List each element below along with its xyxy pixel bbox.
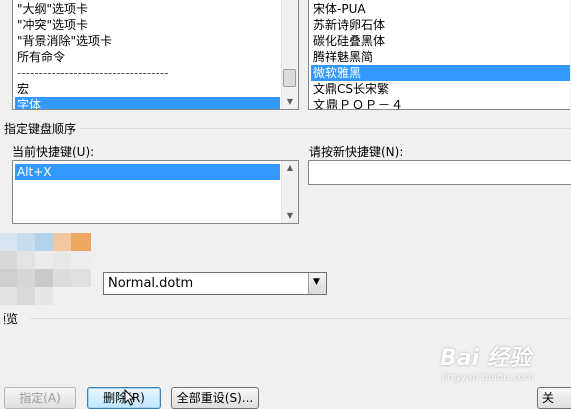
list-item[interactable]: 苏新诗卵石体 (311, 17, 570, 33)
scroll-up-icon[interactable]: ▲ (282, 161, 298, 175)
section-divider (30, 318, 571, 319)
keyboard-sequence-heading: 指定键盘顺序 (4, 122, 77, 136)
list-item[interactable]: 文鼎ＰＯＰ－４ (311, 97, 570, 109)
new-key-input[interactable] (308, 160, 571, 185)
section-divider (80, 128, 571, 129)
description-heading-text: 预览 (4, 312, 19, 326)
list-item[interactable]: 所有命令 (15, 49, 280, 65)
list-separator: ----------------------------------- (17, 66, 169, 80)
watermark: Bai 经验 jingyan.baidu.com (440, 340, 534, 383)
new-key-label: 请按新快捷键(N): (309, 145, 404, 159)
list-item[interactable]: 碳化硅叠黑体 (311, 33, 570, 49)
scroll-down-icon[interactable]: ▼ (282, 95, 298, 109)
current-keys-label: 当前快捷键(U): (12, 145, 95, 159)
dropdown-button[interactable]: ▼ (308, 273, 326, 294)
chevron-down-icon: ▼ (313, 277, 320, 287)
list-item[interactable]: "大纲"选项卡 (15, 1, 280, 17)
list-item[interactable]: 文鼎CS长宋繁 (311, 81, 570, 97)
current-keys-scrollbar[interactable]: ▲ ▼ (281, 161, 298, 223)
commands-scrollbar[interactable]: ▼ (281, 0, 298, 109)
scrollbar-thumb[interactable] (283, 69, 296, 87)
list-item-selected[interactable]: Alt+X (15, 164, 280, 180)
save-in-value: Normal.dotm (108, 276, 194, 291)
commands-listbox[interactable]: "大纲"选项卡 "冲突"选项卡 "背景消除"选项卡 所有命令 ---------… (12, 0, 299, 110)
fonts-listbox[interactable]: 宋体-PUA 苏新诗卵石体 碳化硅叠黑体 腾祥魅黑简 微软雅黑 文鼎CS长宋繁 … (308, 0, 570, 110)
list-item[interactable]: 宏 (15, 81, 280, 97)
mouse-pointer-icon (124, 389, 136, 406)
save-in-select[interactable]: Normal.dotm ▼ (103, 272, 327, 295)
watermark-url: jingyan.baidu.com (442, 372, 535, 383)
list-item[interactable]: "冲突"选项卡 (15, 17, 280, 33)
list-item-selected[interactable]: 微软雅黑 (311, 65, 570, 81)
list-item[interactable]: 宋体-PUA (311, 1, 570, 17)
current-keys-listbox[interactable]: Alt+X ▲ ▼ (12, 160, 299, 224)
list-item[interactable]: "背景消除"选项卡 (15, 33, 280, 49)
obscured-region (0, 233, 100, 313)
list-item-selected[interactable]: 字体 (15, 97, 280, 109)
scroll-down-icon[interactable]: ▼ (282, 209, 298, 223)
watermark-logo: Bai 经验 (440, 346, 531, 371)
list-item[interactable]: 腾祥魅黑简 (311, 49, 570, 65)
